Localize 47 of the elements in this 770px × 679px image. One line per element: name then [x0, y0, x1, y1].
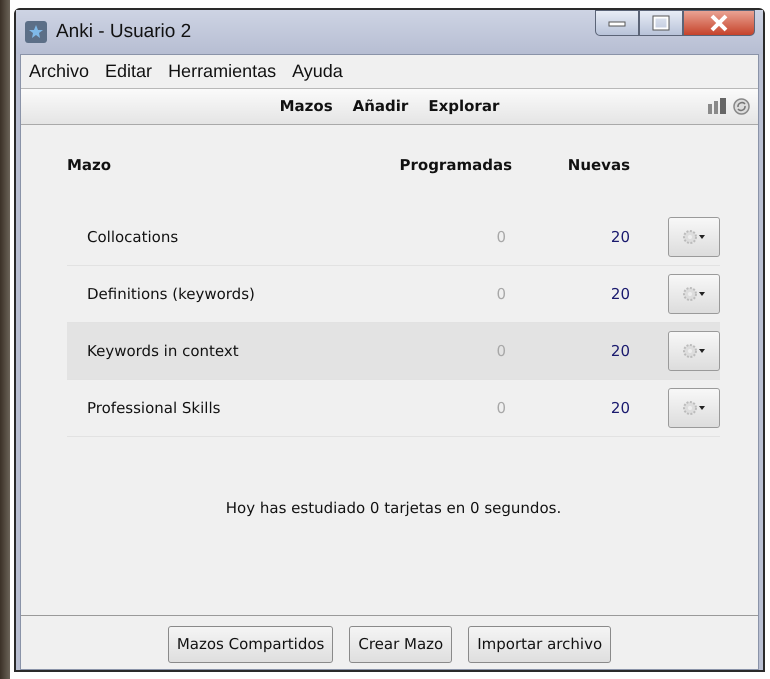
due-count: 0: [495, 226, 507, 248]
toolbar-link[interactable]: Añadir: [342, 95, 418, 118]
gear-button[interactable]: [668, 331, 720, 371]
maximize-button[interactable]: [639, 10, 683, 36]
deck-name[interactable]: Definitions (keywords): [67, 282, 394, 306]
app-icon: [24, 20, 48, 44]
toolbar-link[interactable]: Explorar: [418, 95, 510, 118]
deck-name[interactable]: Professional Skills: [67, 396, 394, 420]
gear-icon: [681, 343, 707, 359]
menu-item[interactable]: Ayuda: [284, 58, 351, 85]
sync-icon[interactable]: [733, 98, 750, 115]
new-count: 20: [610, 398, 630, 419]
gear-button[interactable]: [668, 274, 720, 314]
deck-name[interactable]: Collocations: [67, 226, 394, 248]
maximize-icon: [652, 15, 670, 31]
footer-button[interactable]: Mazos Compartidos: [168, 626, 334, 662]
footer-button[interactable]: Crear Mazo: [349, 626, 452, 662]
menu-item[interactable]: Archivo: [21, 58, 98, 85]
close-button[interactable]: [683, 10, 755, 36]
menu-item[interactable]: Editar: [97, 58, 160, 85]
deck-row[interactable]: Keywords in context 0 20: [67, 323, 720, 380]
close-icon: [709, 14, 729, 32]
due-count: 0: [495, 284, 507, 305]
gear-button[interactable]: [668, 388, 720, 428]
gear-icon: [681, 400, 707, 416]
new-count: 20: [610, 340, 630, 362]
new-count: 20: [610, 226, 630, 248]
column-header: Mazo: [67, 154, 112, 176]
minimize-icon: [608, 19, 626, 27]
gear-icon: [681, 286, 707, 302]
deck-name[interactable]: Keywords in context: [67, 340, 394, 362]
due-count: 0: [495, 398, 507, 419]
footer-button[interactable]: Importar archivo: [468, 626, 612, 662]
gear-button[interactable]: [668, 217, 720, 257]
gear-icon: [681, 229, 707, 245]
menu-item[interactable]: Herramientas: [160, 58, 284, 85]
window-title: Anki - Usuario 2: [56, 20, 192, 44]
study-summary: Hoy has estudiado 0 tarjetas en 0 segundos.: [224, 498, 562, 519]
toolbar-link[interactable]: Mazos: [270, 95, 343, 118]
deck-row[interactable]: Collocations 0 20: [67, 209, 720, 266]
new-count: 20: [610, 284, 630, 305]
column-header: Programadas: [398, 154, 512, 176]
minimize-button[interactable]: [595, 10, 639, 36]
column-header: Nuevas: [566, 154, 630, 176]
stats-icon[interactable]: [707, 98, 727, 115]
deck-row[interactable]: Professional Skills 0 20: [67, 380, 720, 437]
due-count: 0: [495, 340, 507, 362]
